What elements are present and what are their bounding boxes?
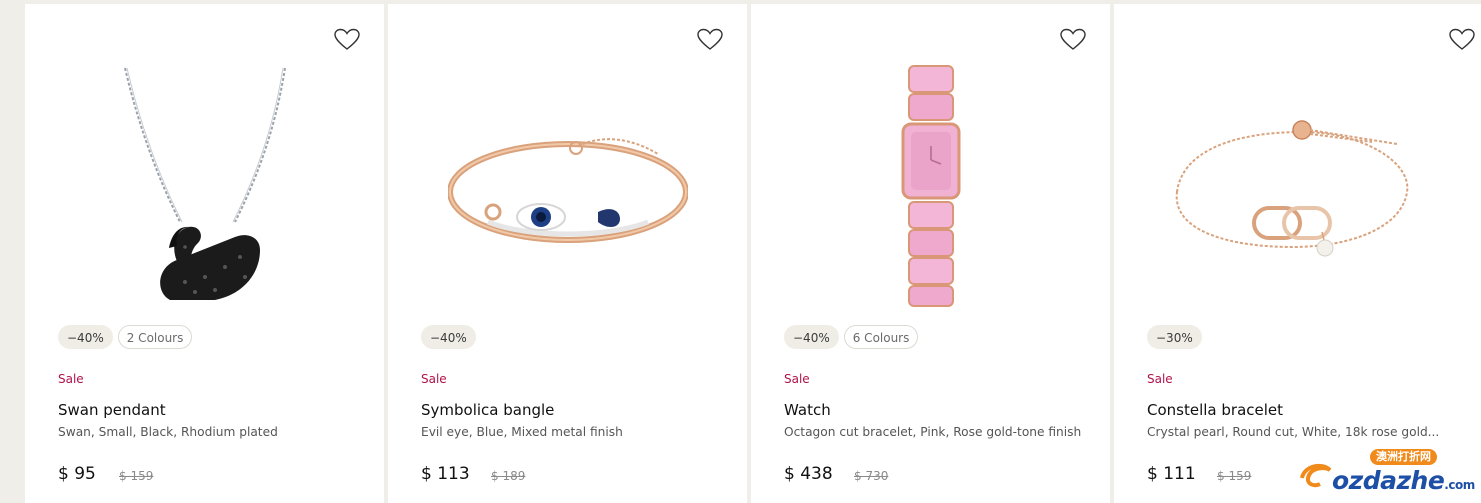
sale-label: Sale [58, 372, 84, 386]
product-description: Evil eye, Blue, Mixed metal finish [421, 425, 623, 439]
sale-price: $ 111 [1147, 464, 1196, 484]
discount-badge: −40% [58, 325, 113, 349]
watermark-banner: 澳洲打折网 [1370, 449, 1437, 465]
product-name[interactable]: Swan pendant [58, 401, 166, 419]
product-badges: −40% 6 Colours [784, 325, 919, 351]
product-image-swan-pendant[interactable] [85, 62, 325, 310]
product-badges: −40% [421, 325, 476, 351]
watermark-swoosh-icon [1300, 463, 1332, 488]
heart-outline-icon[interactable] [1059, 28, 1087, 52]
heart-outline-icon[interactable] [333, 28, 361, 52]
sale-price: $ 113 [421, 464, 470, 484]
product-name[interactable]: Constella bracelet [1147, 401, 1283, 419]
discount-badge: −30% [1147, 325, 1202, 349]
watermark-text: ozdazhe.com [1332, 466, 1475, 495]
heart-outline-icon[interactable] [1448, 28, 1476, 52]
discount-badge: −40% [784, 325, 839, 349]
product-description: Crystal pearl, Round cut, White, 18k ros… [1147, 425, 1440, 439]
product-description: Swan, Small, Black, Rhodium plated [58, 425, 278, 439]
product-card-symbolica-bangle[interactable]: −40% Sale Symbolica bangle Evil eye, Blu… [388, 4, 747, 503]
watermark-brand: ozdazhe [1332, 466, 1445, 495]
heart-outline-icon[interactable] [696, 28, 724, 52]
original-price: $ 189 [491, 469, 526, 483]
product-image-symbolica-bangle[interactable] [447, 62, 689, 310]
watermark-logo: 澳洲打折网 ozdazhe.com [1294, 446, 1475, 498]
product-name[interactable]: Watch [784, 401, 831, 419]
product-card-constella-bracelet[interactable]: −30% Sale Constella bracelet Crystal pea… [1114, 4, 1481, 503]
watermark-suffix: .com [1444, 478, 1475, 492]
original-price: $ 159 [119, 469, 154, 483]
product-description: Octagon cut bracelet, Pink, Rose gold-to… [784, 425, 1082, 439]
colours-badge[interactable]: 2 Colours [117, 325, 193, 349]
discount-badge: −40% [421, 325, 476, 349]
product-badges: −40% 2 Colours [58, 325, 193, 351]
product-name[interactable]: Symbolica bangle [421, 401, 554, 419]
original-price: $ 730 [854, 469, 889, 483]
product-image-watch[interactable] [811, 62, 1051, 310]
colours-badge[interactable]: 6 Colours [843, 325, 919, 349]
product-grid: −40% 2 Colours Sale Swan pendant Swan, S… [25, 4, 1481, 503]
sale-label: Sale [784, 372, 810, 386]
sale-price: $ 95 [58, 464, 96, 484]
product-card-swan-pendant[interactable]: −40% 2 Colours Sale Swan pendant Swan, S… [25, 4, 384, 503]
product-card-watch[interactable]: −40% 6 Colours Sale Watch Octagon cut br… [751, 4, 1110, 503]
product-listing-page: −40% 2 Colours Sale Swan pendant Swan, S… [0, 0, 1481, 503]
original-price: $ 159 [1217, 469, 1252, 483]
sale-label: Sale [421, 372, 447, 386]
product-image-constella-bracelet[interactable] [1172, 62, 1412, 310]
sale-label: Sale [1147, 372, 1173, 386]
product-badges: −30% [1147, 325, 1202, 351]
sale-price: $ 438 [784, 464, 833, 484]
